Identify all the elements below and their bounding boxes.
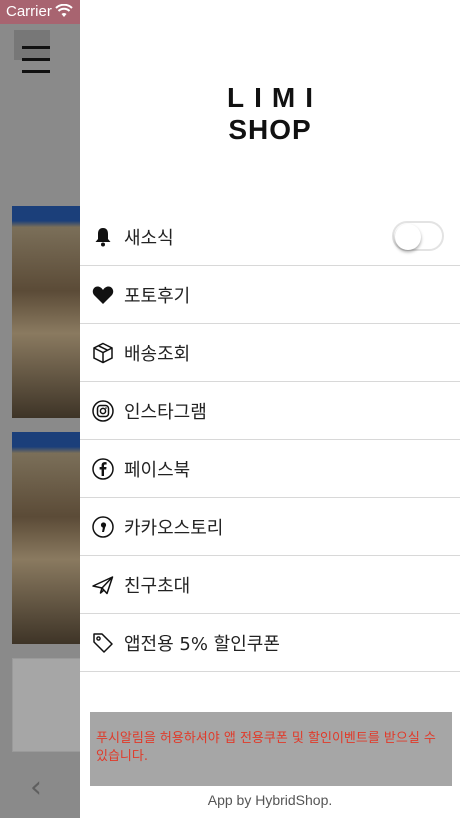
menu-item-photo-review[interactable]: 포토후기 — [80, 266, 460, 324]
menu-item-instagram[interactable]: 인스타그램 — [80, 382, 460, 440]
kakaostory-icon — [92, 515, 114, 538]
menu-item-label: 포토후기 — [124, 285, 191, 307]
logo-line2: SHOP — [228, 114, 312, 145]
menu-item-delivery[interactable]: 배송조회 — [80, 324, 460, 382]
menu-item-news[interactable]: 새소식 — [80, 208, 460, 266]
product-image[interactable] — [12, 206, 82, 418]
paper-plane-icon — [92, 574, 114, 596]
chevron-left-icon[interactable]: ‹ — [30, 770, 42, 805]
menu-item-label: 배송조회 — [124, 343, 191, 365]
tag-icon — [92, 632, 114, 654]
logo-line1: LIMI — [227, 82, 323, 113]
carrier-label: Carrier — [6, 3, 52, 20]
side-drawer: LIMI SHOP 새소식 포토후기 배송조회 인스타그램 페이스북 카카오스토… — [80, 0, 460, 818]
news-toggle[interactable] — [392, 221, 444, 251]
bell-icon — [92, 226, 114, 248]
menu-item-label: 인스타그램 — [124, 401, 207, 423]
product-image[interactable] — [12, 432, 82, 644]
wifi-icon — [55, 3, 73, 22]
box-icon — [92, 342, 114, 364]
heart-icon — [92, 284, 114, 306]
menu-item-facebook[interactable]: 페이스북 — [80, 440, 460, 498]
menu-icon[interactable] — [22, 46, 50, 74]
menu-item-label: 카카오스토리 — [124, 517, 224, 539]
push-notice[interactable]: 푸시알림을 허용하셔야 앱 전용쿠폰 및 할인이벤트를 받으실 수 있습니다. — [90, 712, 452, 786]
menu-item-app-coupon[interactable]: 앱전용 5% 할인쿠폰 — [80, 614, 460, 672]
toggle-knob — [395, 224, 421, 250]
menu-item-label: 앱전용 5% 할인쿠폰 — [124, 633, 280, 655]
instagram-icon — [92, 399, 114, 422]
footer-credit: App by HybridShop. — [207, 792, 333, 808]
product-card[interactable] — [12, 658, 84, 752]
menu-item-kakaostory[interactable]: 카카오스토리 — [80, 498, 460, 556]
shop-logo[interactable]: LIMI SHOP — [80, 82, 460, 146]
menu-item-label: 페이스북 — [124, 459, 191, 481]
drawer-menu: 새소식 포토후기 배송조회 인스타그램 페이스북 카카오스토리 친구초대 앱전용… — [80, 208, 460, 672]
menu-item-invite-friends[interactable]: 친구초대 — [80, 556, 460, 614]
facebook-icon — [92, 457, 114, 480]
menu-item-label: 새소식 — [124, 227, 174, 249]
menu-item-label: 친구초대 — [124, 575, 191, 597]
